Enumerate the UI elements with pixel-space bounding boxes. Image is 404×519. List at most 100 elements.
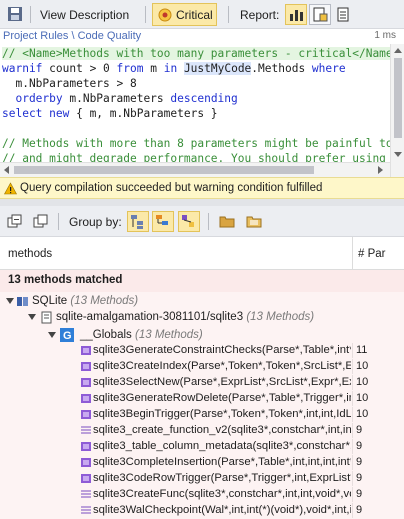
folder-icon[interactable] (219, 214, 235, 231)
method-name: sqlite3CreateFunc(sqlite3*,constchar*,in… (93, 488, 351, 500)
parameter-count: 11 (356, 344, 368, 356)
report-list-icon (337, 7, 349, 22)
namespace-icon (40, 311, 53, 324)
tree-row-type[interactable]: G __Globals (13 Methods) (0, 328, 404, 343)
parameter-count: 10 (356, 376, 369, 388)
expand-all-icon[interactable] (33, 214, 49, 233)
scroll-thumb[interactable] (14, 166, 314, 174)
collapse-arrow-icon[interactable] (6, 298, 14, 304)
table-row[interactable]: sqlite3SelectNew(Parse*,ExprList*,SrcLis… (0, 375, 404, 390)
parameter-count: 10 (356, 408, 369, 420)
query-editor[interactable]: // <Name>Methods with too many parameter… (0, 44, 390, 162)
globals-type-icon: G (60, 328, 74, 342)
method-icon (80, 441, 92, 452)
table-row[interactable]: sqlite3BeginTrigger(Parse*,Token*,Token*… (0, 407, 404, 422)
method-name: sqlite3CreateIndex(Parse*,Token*,Token*,… (93, 360, 351, 372)
scroll-left-icon[interactable] (4, 166, 9, 174)
table-row[interactable]: sqlite3CodeRowTrigger(Parse*,Trigger*,in… (0, 471, 404, 486)
table-row[interactable]: sqlite3CreateFunc(sqlite3*,constchar*,in… (0, 487, 404, 502)
method-name: sqlite3WalCheckpoint(Wal*,int,int(*)(voi… (93, 504, 351, 516)
column-divider (352, 503, 353, 518)
namespace-name: sqlite-amalgamation-3081101/sqlite3 (13 … (56, 311, 315, 323)
matched-summary: 13 methods matched (0, 270, 404, 292)
collapse-all-icon[interactable] (7, 214, 23, 233)
method-icon (80, 393, 92, 404)
save-icon[interactable] (6, 5, 24, 23)
method-name: sqlite3_create_function_v2(sqlite3*,cons… (93, 424, 351, 436)
view-description-button[interactable]: View Description (40, 8, 129, 22)
table-row[interactable]: sqlite3_create_function_v2(sqlite3*,cons… (0, 423, 404, 438)
critical-toggle-button[interactable]: Critical (152, 3, 217, 26)
column-divider (352, 471, 353, 486)
toolbar-divider (208, 213, 209, 230)
method-name: sqlite3BeginTrigger(Parse*,Token*,Token*… (93, 408, 351, 420)
table-row[interactable]: sqlite3WalCheckpoint(Wal*,int,int(*)(voi… (0, 503, 404, 518)
group-by-type-button[interactable] (152, 211, 174, 232)
column-header-methods[interactable]: methods (8, 248, 52, 260)
report-label: Report: (240, 8, 280, 22)
method-icon (80, 361, 92, 372)
column-divider (352, 455, 353, 470)
table-row[interactable]: sqlite3GenerateConstraintChecks(Parse*,T… (0, 343, 404, 358)
method-name: sqlite3CompleteInsertion(Parse*,Table*,i… (93, 456, 351, 468)
group-method-icon (182, 215, 194, 227)
scroll-up-icon[interactable] (394, 48, 402, 53)
parameter-count: 9 (356, 488, 363, 500)
column-divider (352, 439, 353, 454)
code-line: // and might degrade performance. You sh… (2, 152, 386, 162)
report-document-button[interactable] (309, 4, 331, 25)
code-line: m.NbParameters > 8 (2, 77, 137, 90)
matched-count-label: 13 methods matched (8, 274, 123, 286)
group-by-method-button[interactable] (178, 211, 200, 232)
toolbar-divider (58, 213, 59, 230)
type-name: __Globals (13 Methods) (80, 329, 203, 341)
collapse-arrow-icon[interactable] (48, 332, 56, 338)
method-icon (80, 377, 92, 388)
parameter-count: 9 (356, 456, 363, 468)
tree-row-assembly[interactable]: SQLite (13 Methods) (0, 294, 404, 309)
breadcrumb: Project Rules \ Code Quality 1 ms (0, 29, 404, 44)
method-name: sqlite3_table_column_metadata(sqlite3*,c… (93, 440, 351, 452)
table-row[interactable]: sqlite3CompleteInsertion(Parse*,Table*,i… (0, 455, 404, 470)
table-row[interactable]: sqlite3_table_column_metadata(sqlite3*,c… (0, 439, 404, 454)
toolbar-divider (228, 6, 229, 23)
code-line: orderby m.NbParameters descending (2, 92, 238, 105)
breadcrumb-path[interactable]: Project Rules \ Code Quality (3, 30, 141, 42)
assembly-name: SQLite (13 Methods) (32, 295, 139, 307)
report-document-icon (313, 7, 328, 22)
method-icon (80, 409, 92, 420)
editor-vertical-scrollbar[interactable] (390, 44, 404, 177)
parameter-count: 10 (356, 360, 369, 372)
column-divider (352, 375, 353, 390)
method-name: sqlite3SelectNew(Parse*,ExprList*,SrcLis… (93, 376, 351, 388)
critical-label: Critical (176, 8, 213, 22)
scroll-thumb[interactable] (394, 58, 402, 138)
tree-row-namespace[interactable]: sqlite-amalgamation-3081101/sqlite3 (13 … (0, 310, 404, 325)
table-row[interactable]: sqlite3GenerateRowDelete(Parse*,Table*,T… (0, 391, 404, 406)
method-name: sqlite3CodeRowTrigger(Parse*,Trigger*,in… (93, 472, 351, 484)
table-row[interactable]: sqlite3CreateIndex(Parse*,Token*,Token*,… (0, 359, 404, 374)
group-by-label: Group by: (69, 215, 122, 229)
group-by-namespace-button[interactable] (127, 211, 149, 232)
pane-splitter[interactable] (0, 199, 404, 206)
scroll-down-icon[interactable] (394, 152, 402, 157)
editor-horizontal-scrollbar[interactable] (0, 162, 390, 177)
report-list-button[interactable] (333, 4, 355, 25)
query-status-bar: Query compilation succeeded but warning … (0, 177, 404, 199)
group-tree-icon (131, 215, 143, 229)
folder-open-icon[interactable] (246, 214, 262, 231)
column-divider (352, 343, 353, 358)
code-line: // Methods with more than 8 parameters m… (2, 137, 390, 150)
column-divider (352, 487, 353, 502)
column-divider[interactable] (352, 237, 353, 270)
report-chart-icon (290, 10, 303, 21)
results-toolbar: Group by: (0, 206, 404, 237)
scroll-right-icon[interactable] (378, 166, 383, 174)
method-name: sqlite3GenerateConstraintChecks(Parse*,T… (93, 344, 351, 356)
column-divider (352, 359, 353, 374)
code-line: warnif count > 0 from m in JustMyCode.Me… (2, 62, 346, 75)
code-line: select new { m, m.NbParameters } (2, 107, 218, 120)
collapse-arrow-icon[interactable] (28, 314, 36, 320)
report-chart-button[interactable] (285, 4, 307, 25)
column-header-parameters[interactable]: # Par (358, 248, 386, 260)
